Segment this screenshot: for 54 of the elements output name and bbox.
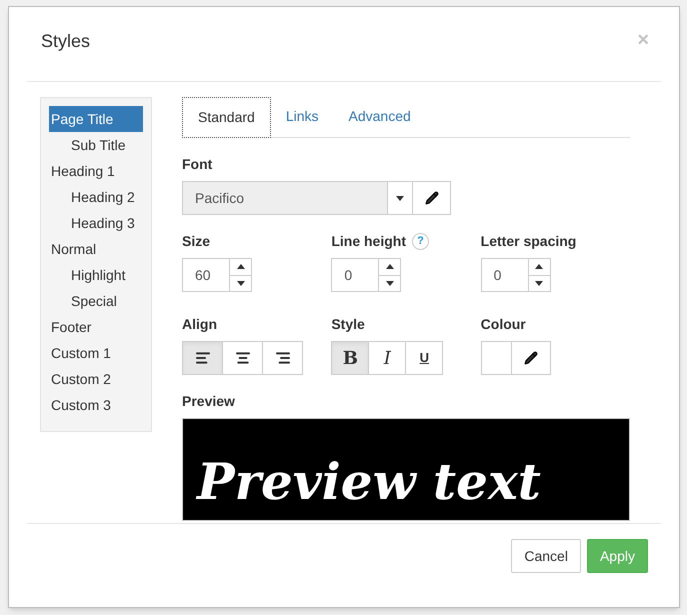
tab[interactable]: Links [270,96,334,137]
field-label: Line height [331,232,406,251]
style-list-item[interactable]: Highlight [49,262,143,288]
tab[interactable]: Standard [182,97,271,138]
align-label: Align [182,315,218,334]
colour-label: Colour [480,315,527,334]
dropdown-caret-icon [396,196,404,200]
increment-icon [236,264,244,270]
style-list-item[interactable]: Page Title [49,106,143,132]
field-label: Size [182,232,210,251]
pencil-icon [424,191,438,205]
style-list-item[interactable]: Sub Title [49,132,143,158]
decrement-icon [386,280,394,286]
style-label: Style [331,315,366,334]
style-button[interactable]: I [368,341,406,375]
align-right-icon [274,350,290,366]
style-button[interactable]: B [331,341,370,375]
colour-swatch[interactable] [480,341,512,375]
align-center-icon [234,350,250,366]
align-button[interactable] [222,341,263,375]
increment-icon [535,264,544,270]
style-list-item[interactable]: Heading 1 [49,158,143,184]
number-spinner[interactable]: 0 [480,258,551,292]
pencil-icon [524,351,538,365]
number-spinner[interactable]: 60 [182,258,252,292]
style-list-item[interactable]: Heading 3 [49,210,143,236]
style-button[interactable]: U [405,341,444,375]
spinner-value: 60 [194,266,212,285]
tab[interactable]: Advanced [334,96,426,137]
style-list-item[interactable]: Custom 3 [49,392,143,418]
field-label: Letter spacing [480,232,576,251]
cancel-button[interactable]: Cancel [511,539,581,573]
style-list-item[interactable]: Heading 2 [49,184,143,210]
increment-icon [386,264,394,270]
spinner-value: 0 [492,266,502,285]
style-list-item[interactable]: Custom 1 [49,340,143,366]
align-button[interactable] [262,341,303,375]
font-label: Font [182,155,214,174]
font-value: Pacifico [194,189,246,208]
spinner-value: 0 [343,266,354,285]
preview-label: Preview [182,392,236,411]
align-button[interactable] [182,341,223,375]
style-list-item[interactable]: Special [49,288,143,314]
preview-text: Preview text [197,451,541,513]
style-list-item[interactable]: Normal [49,236,143,262]
style-list-item[interactable]: Footer [49,314,143,340]
dialog-title: Styles [41,30,90,53]
font-select[interactable]: Pacifico [182,181,451,215]
style-list-item[interactable]: Custom 2 [49,366,143,392]
colour-picker-button[interactable] [510,341,551,375]
align-left-icon [194,350,210,366]
number-spinner[interactable]: 0 [331,258,402,292]
decrement-icon [236,280,244,286]
decrement-icon [535,280,544,286]
